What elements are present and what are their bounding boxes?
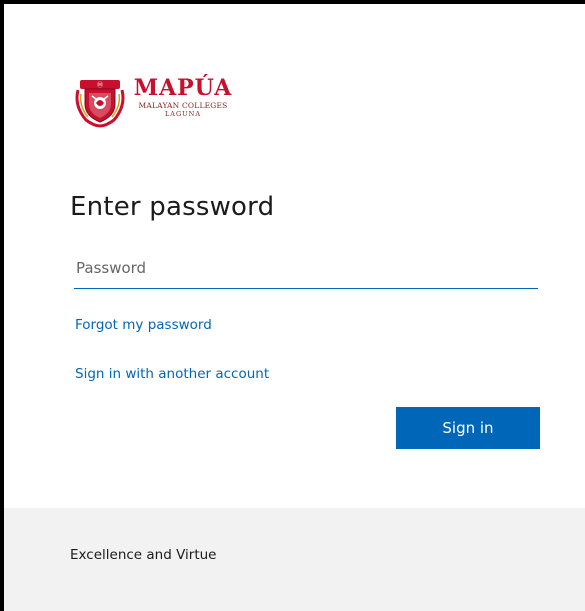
brand-name: MAPÚA bbox=[133, 75, 233, 101]
brand-line-2: LAGUNA bbox=[164, 110, 202, 118]
sign-in-another-account-link[interactable]: Sign in with another account bbox=[75, 366, 269, 382]
brand-wordmark: MAPÚA MALAYAN COLLEGES LAGUNA bbox=[128, 75, 238, 118]
brand-line-1: MALAYAN COLLEGES bbox=[138, 101, 228, 110]
svg-text:Ⓜ: Ⓜ bbox=[97, 81, 103, 89]
password-field[interactable] bbox=[74, 250, 540, 289]
sign-in-page: Ⓜ MAPÚA MALAYAN COLLEGES LAGUNA Enter pa… bbox=[4, 4, 585, 611]
footer: Excellence and Virtue bbox=[4, 508, 585, 611]
brand-logo: Ⓜ MAPÚA MALAYAN COLLEGES LAGUNA bbox=[72, 72, 242, 128]
page-title: Enter password bbox=[70, 192, 275, 222]
sign-in-button[interactable]: Sign in bbox=[396, 407, 540, 449]
password-input[interactable] bbox=[74, 250, 540, 286]
footer-text: Excellence and Virtue bbox=[70, 547, 217, 563]
crest-icon: Ⓜ bbox=[75, 80, 125, 128]
forgot-password-link[interactable]: Forgot my password bbox=[75, 317, 212, 333]
